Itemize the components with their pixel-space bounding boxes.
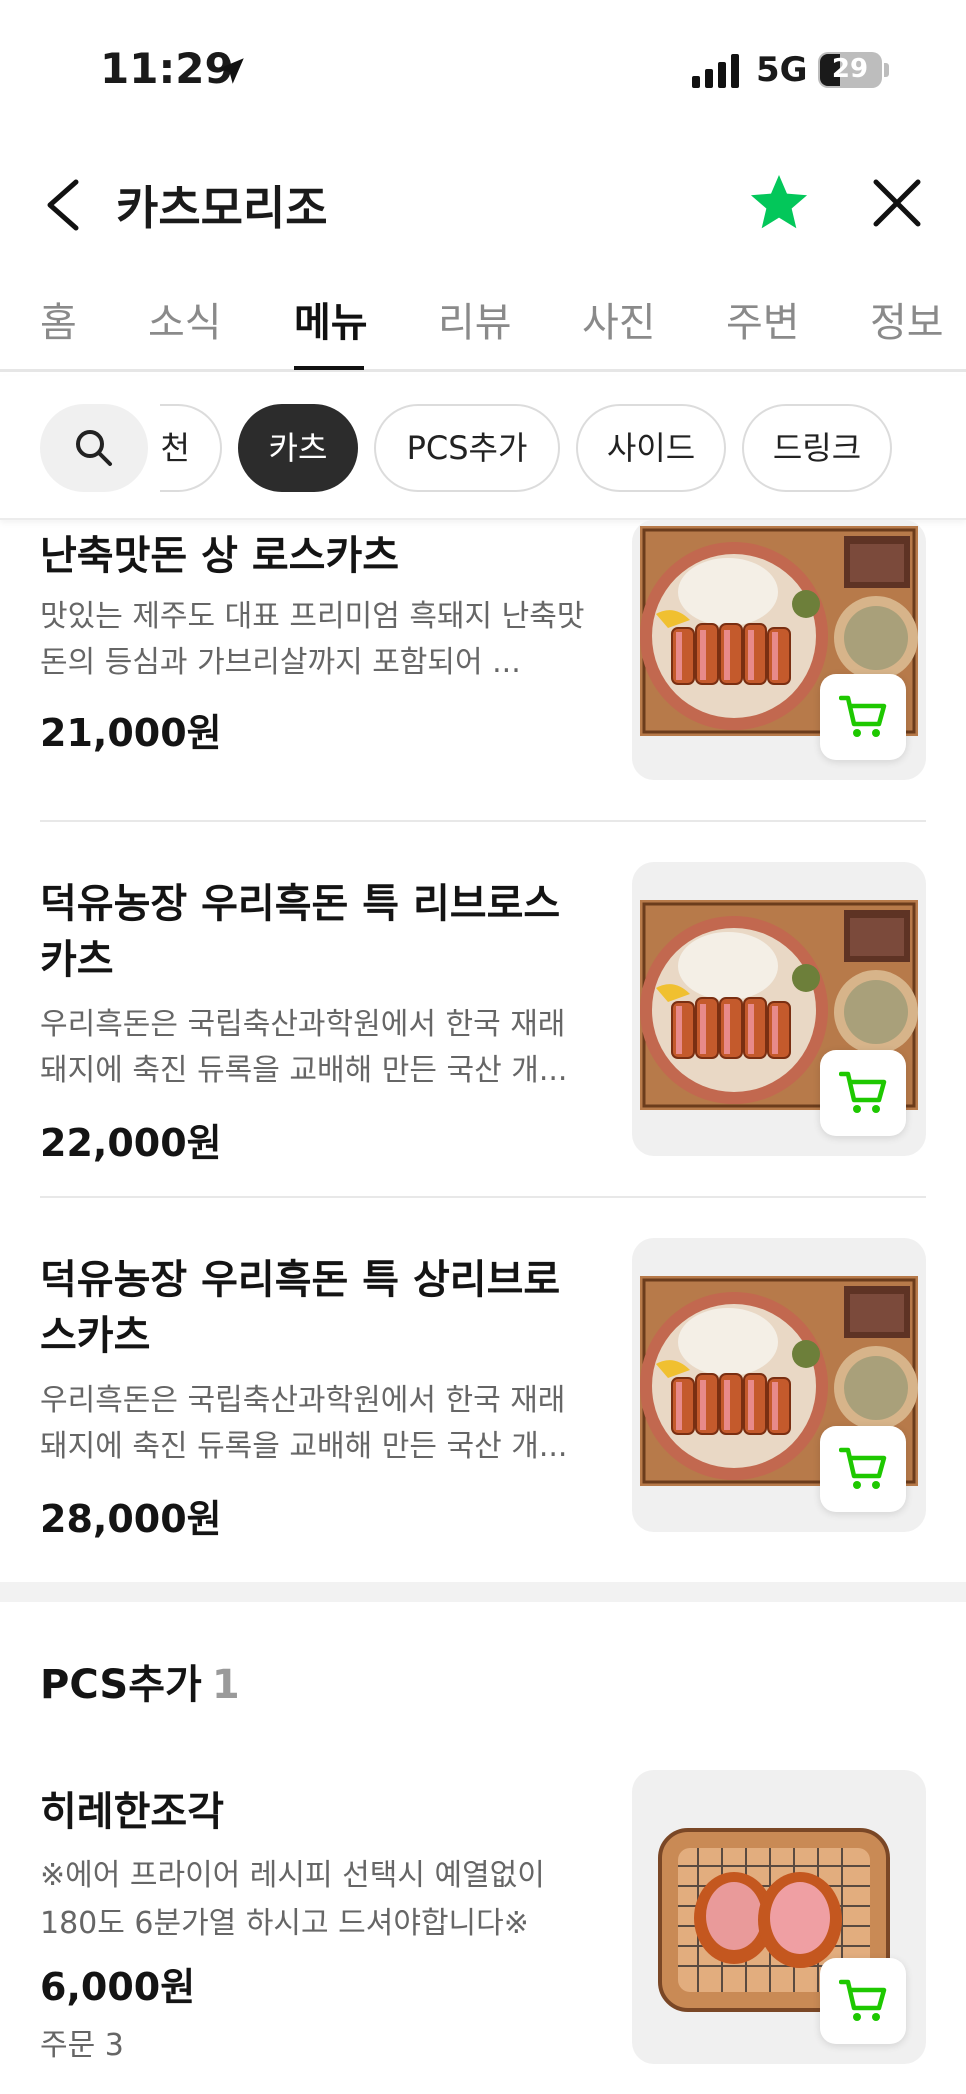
close-icon[interactable] [866,172,928,234]
menu-item-name: 난축맛돈 상 로스카츠 [40,533,400,579]
list-divider [40,820,926,822]
page-title: 카츠모리조 [116,181,328,235]
tab-news[interactable]: 소식 [148,290,222,348]
cart-icon [839,1071,887,1113]
cart-icon [839,695,887,737]
tab-photos[interactable]: 사진 [582,290,656,348]
active-tab-indicator [294,366,364,370]
menu-item-description: 맛있는 제주도 대표 프리미엄 흑돼지 난축맛돈의 등심과 가브리살까지 포함되… [40,599,585,680]
menu-item[interactable]: 덕유농장 우리흑돈 특 리브로스카츠 우리흑돈은 국립축산과학원에서 한국 재래… [0,862,966,1165]
menu-search-button[interactable] [40,404,148,492]
menu-item-order-count: 주문 3 [40,2028,124,2063]
chip-katsu[interactable]: 카츠 [238,404,358,492]
add-to-cart-button[interactable] [820,1426,906,1512]
chip-side[interactable]: 사이드 [576,404,726,492]
battery-icon: 29 [818,52,882,88]
add-to-cart-button[interactable] [820,674,906,760]
network-type: 5G [756,50,808,90]
menu-filter-bar: 천 카츠 PCS추가 사이드 드링크 [0,376,966,520]
tab-reviews[interactable]: 리뷰 [438,290,512,348]
cart-icon [839,1447,887,1489]
tab-nearby[interactable]: 주변 [726,290,800,348]
menu-item-name: 히레한조각 [40,1789,224,1835]
menu-item-price: 6,000원 [40,1965,196,2009]
menu-item[interactable]: 난축맛돈 상 로스카츠 맛있는 제주도 대표 프리미엄 흑돼지 난축맛돈의 등심… [0,520,966,822]
section-title: PCS추가 [40,1662,202,1708]
menu-item-image [632,862,926,1156]
tab-menu[interactable]: 메뉴 [294,290,368,348]
signal-icon [692,54,739,88]
add-to-cart-button[interactable] [820,1050,906,1136]
section-separator [0,1582,966,1602]
battery-cap [884,63,889,77]
menu-item[interactable]: 덕유농장 우리흑돈 특 상리브로스카츠 우리흑돈은 국립축산과학원에서 한국 재… [0,1238,966,1541]
place-menu-screen: 11:29 5G 29 카츠모리조 홈 소식 메뉴 리뷰 사진 주변 정보 천 … [0,0,966,2094]
menu-item-description: ※에어 프라이어 레시피 선택시 예열없이 180도 6분가열 하시고 드셔야합… [40,1858,545,1941]
menu-item-price: 28,000원 [40,1497,222,1541]
menu-item-image [632,1770,926,2064]
favorite-star-icon[interactable] [746,170,812,236]
section-count: 1 [211,1662,240,1708]
section-header: PCS추가 1 [40,1652,240,1710]
battery-level: 29 [831,54,869,84]
tab-home[interactable]: 홈 [40,290,77,348]
menu-item-price: 22,000원 [40,1121,222,1165]
chip-partial[interactable]: 천 [160,404,222,492]
status-bar: 11:29 5G 29 [0,0,966,140]
cart-icon [839,1979,887,2021]
header: 카츠모리조 [0,150,966,260]
menu-item-description: 우리흑돈은 국립축산과학원에서 한국 재래돼지에 축진 듀록을 교배해 만든 국… [40,1383,568,1464]
menu-item-price: 21,000원 [40,711,222,755]
tab-info[interactable]: 정보 [870,290,944,348]
menu-item[interactable]: 히레한조각 ※에어 프라이어 레시피 선택시 예열없이 180도 6분가열 하시… [0,1770,966,2070]
add-to-cart-button[interactable] [820,1958,906,2044]
list-divider [40,1196,926,1198]
menu-item-image [632,520,926,780]
back-icon[interactable] [36,170,96,240]
chip-drink[interactable]: 드링크 [742,404,892,492]
location-arrow-icon [218,58,244,84]
menu-item-name: 덕유농장 우리흑돈 특 상리브로스카츠 [40,1257,561,1359]
search-icon [76,430,112,466]
menu-item-name: 덕유농장 우리흑돈 특 리브로스카츠 [40,881,561,983]
menu-item-image [632,1238,926,1532]
tab-bar: 홈 소식 메뉴 리뷰 사진 주변 정보 [0,280,966,372]
menu-item-description: 우리흑돈은 국립축산과학원에서 한국 재래돼지에 축진 듀록을 교배해 만든 국… [40,1007,568,1088]
chip-pcs-add[interactable]: PCS추가 [374,404,560,492]
